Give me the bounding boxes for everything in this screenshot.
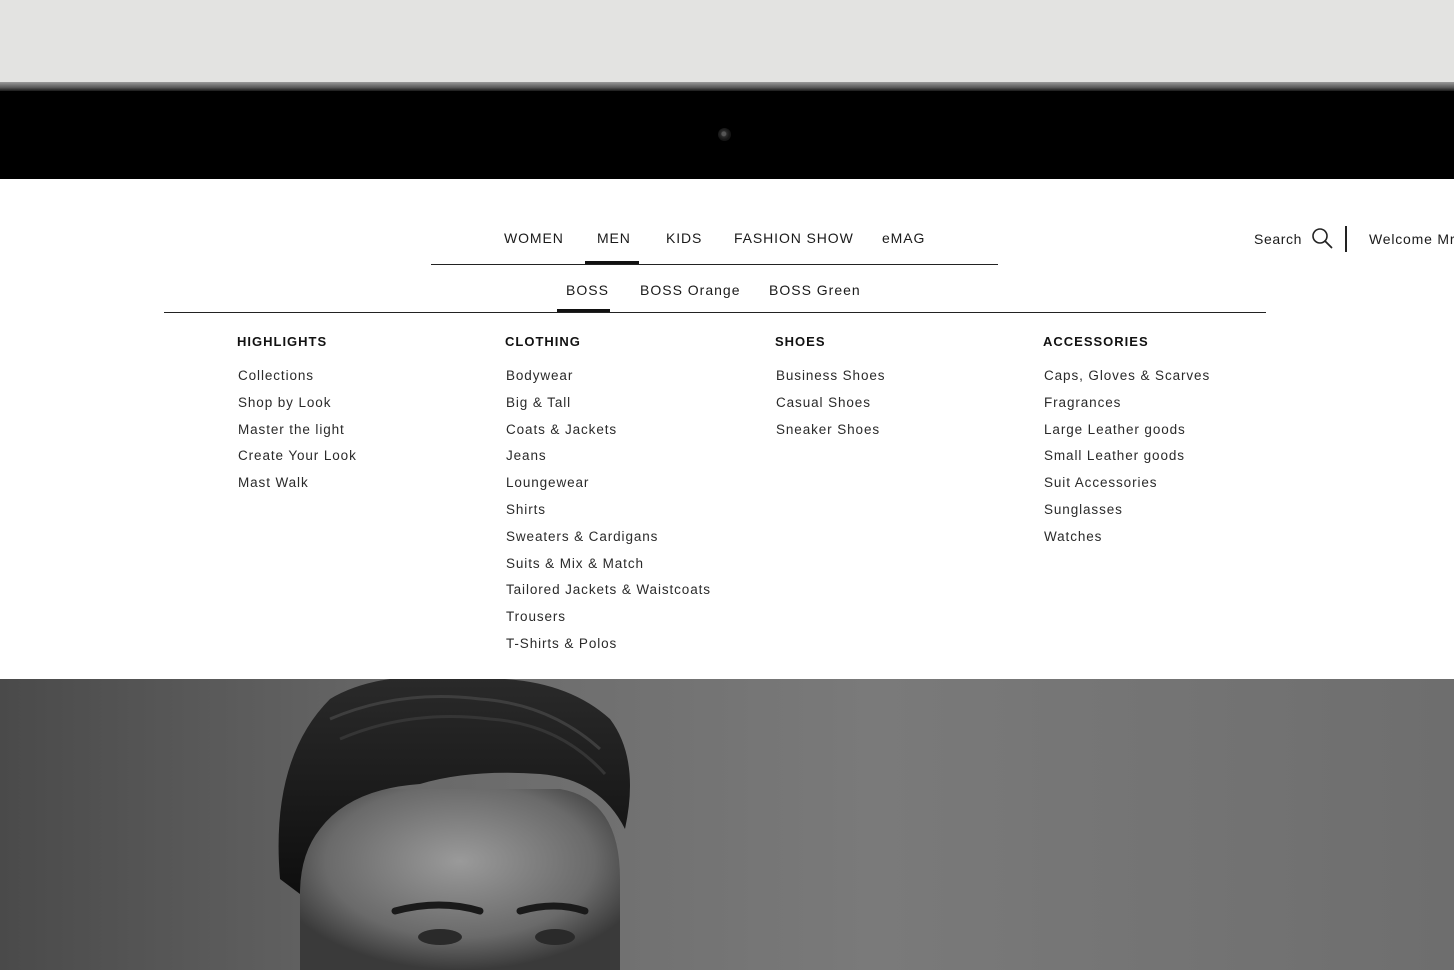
menu-link[interactable]: Suit Accessories: [1044, 470, 1210, 497]
menu-link[interactable]: Business Shoes: [776, 363, 885, 390]
welcome-link[interactable]: Welcome Mr: [1369, 231, 1454, 247]
menu-column-highlights: HIGHLIGHTS Collections Shop by Look Mast…: [237, 334, 357, 497]
menu-list-shoes: Business Shoes Casual Shoes Sneaker Shoe…: [775, 363, 885, 443]
menu-link[interactable]: Create Your Look: [238, 443, 357, 470]
menu-heading-shoes: SHOES: [775, 334, 826, 349]
hero-image: [0, 679, 1454, 970]
menu-link[interactable]: Watches: [1044, 524, 1210, 551]
menu-link[interactable]: Loungewear: [506, 470, 711, 497]
brand-sub-nav: BOSS BOSS Orange BOSS Green: [164, 265, 1266, 313]
camera-icon: [718, 128, 731, 141]
menu-link[interactable]: Shop by Look: [238, 390, 357, 417]
menu-link[interactable]: Coats & Jackets: [506, 417, 711, 444]
sub-nav-boss-orange[interactable]: BOSS Orange: [640, 282, 741, 298]
website-screen: WOMEN MEN KIDS FASHION SHOW eMAG Search …: [0, 179, 1454, 970]
menu-link[interactable]: Big & Tall: [506, 390, 711, 417]
menu-link[interactable]: Jeans: [506, 443, 711, 470]
device-bezel: [0, 91, 1454, 179]
nav-item-women[interactable]: WOMEN: [504, 230, 564, 246]
menu-link[interactable]: Sneaker Shoes: [776, 417, 885, 444]
nav-item-emag[interactable]: eMAG: [882, 230, 925, 246]
menu-link[interactable]: Mast Walk: [238, 470, 357, 497]
search-icon[interactable]: [1311, 227, 1333, 249]
menu-link[interactable]: Bodywear: [506, 363, 711, 390]
menu-link[interactable]: Shirts: [506, 497, 711, 524]
device-top: [0, 0, 1454, 82]
menu-link[interactable]: Fragrances: [1044, 390, 1210, 417]
search-label[interactable]: Search: [1254, 231, 1302, 247]
menu-link[interactable]: Suits & Mix & Match: [506, 551, 711, 578]
sub-nav-boss-green[interactable]: BOSS Green: [769, 282, 861, 298]
main-nav: WOMEN MEN KIDS FASHION SHOW eMAG: [431, 179, 998, 265]
menu-link[interactable]: Sweaters & Cardigans: [506, 524, 711, 551]
menu-link[interactable]: T-Shirts & Polos: [506, 631, 711, 658]
sub-nav-boss[interactable]: BOSS: [566, 282, 609, 298]
menu-heading-clothing: CLOTHING: [505, 334, 581, 349]
menu-list-accessories: Caps, Gloves & Scarves Fragrances Large …: [1043, 363, 1210, 551]
menu-link[interactable]: Small Leather goods: [1044, 443, 1210, 470]
menu-column-clothing: CLOTHING Bodywear Big & Tall Coats & Jac…: [505, 334, 711, 658]
menu-link[interactable]: Caps, Gloves & Scarves: [1044, 363, 1210, 390]
menu-link[interactable]: Master the light: [238, 417, 357, 444]
nav-item-kids[interactable]: KIDS: [666, 230, 702, 246]
menu-heading-highlights: HIGHLIGHTS: [237, 334, 328, 349]
nav-item-men[interactable]: MEN: [597, 230, 631, 246]
hero-portrait-illustration: [278, 679, 630, 970]
menu-list-highlights: Collections Shop by Look Master the ligh…: [237, 363, 357, 497]
menu-link[interactable]: Collections: [238, 363, 357, 390]
menu-column-accessories: ACCESSORIES Caps, Gloves & Scarves Fragr…: [1043, 334, 1210, 551]
menu-heading-accessories: ACCESSORIES: [1043, 334, 1149, 349]
device-edge: [0, 82, 1454, 91]
menu-list-clothing: Bodywear Big & Tall Coats & Jackets Jean…: [505, 363, 711, 658]
menu-link[interactable]: Trousers: [506, 604, 711, 631]
menu-column-shoes: SHOES Business Shoes Casual Shoes Sneake…: [775, 334, 885, 443]
nav-active-indicator: [585, 261, 639, 264]
nav-item-fashion-show[interactable]: FASHION SHOW: [734, 230, 854, 246]
sub-nav-active-indicator: [557, 309, 610, 312]
menu-link[interactable]: Casual Shoes: [776, 390, 885, 417]
menu-link[interactable]: Large Leather goods: [1044, 417, 1210, 444]
menu-link[interactable]: Sunglasses: [1044, 497, 1210, 524]
menu-link[interactable]: Tailored Jackets & Waistcoats: [506, 577, 711, 604]
header-divider: [1345, 226, 1347, 252]
